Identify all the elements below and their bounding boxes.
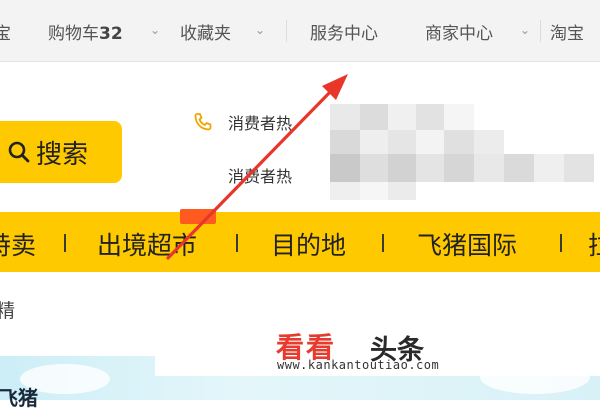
arrow-annotation	[166, 74, 348, 260]
